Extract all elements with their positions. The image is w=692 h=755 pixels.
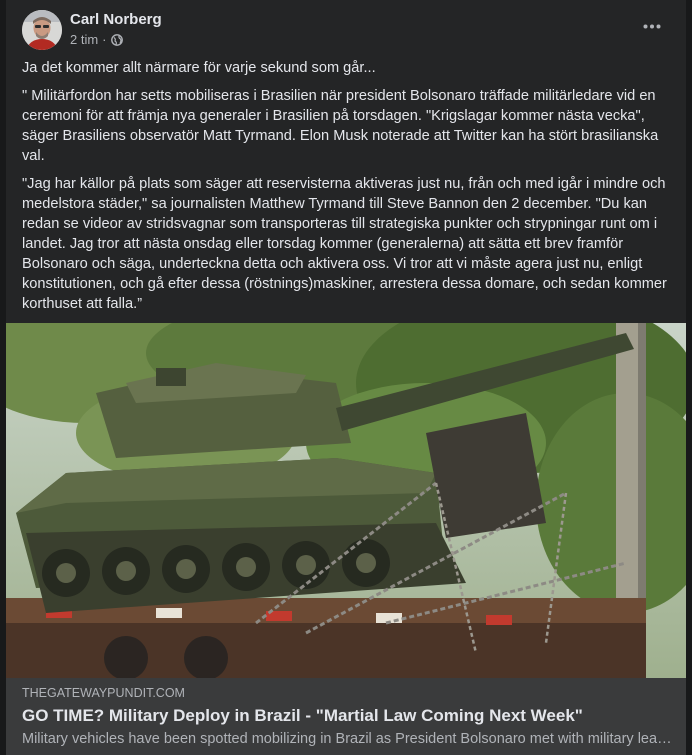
tank-on-trailer-photo [6, 323, 686, 678]
link-title[interactable]: GO TIME? Military Deploy in Brazil - "Ma… [22, 706, 672, 726]
author-avatar[interactable] [22, 10, 62, 50]
avatar-photo [22, 10, 62, 50]
globe-icon[interactable] [110, 33, 123, 46]
post-timestamp[interactable]: 2 tim [70, 32, 98, 47]
link-preview-card[interactable]: THEGATEWAYPUNDIT.COM GO TIME? Military D… [6, 323, 686, 755]
link-domain: THEGATEWAYPUNDIT.COM [22, 686, 185, 700]
more-options-icon [643, 24, 661, 28]
facebook-post: Carl Norberg 2 tim · Ja det kommer allt … [6, 0, 686, 755]
post-header: Carl Norberg 2 tim · [22, 10, 670, 50]
more-options-button[interactable] [638, 16, 666, 36]
post-paragraph: " Militärfordon har setts mobiliseras i … [22, 88, 659, 164]
post-paragraph: "Jag har källor på plats som säger att r… [22, 176, 667, 312]
link-preview-image[interactable] [6, 323, 686, 678]
post-paragraph: Ja det kommer allt närmare för varje sek… [22, 60, 376, 76]
author-name[interactable]: Carl Norberg [70, 11, 162, 28]
post-meta: 2 tim · [70, 32, 123, 47]
meta-separator: · [102, 32, 107, 47]
post-body: Ja det kommer allt närmare för varje sek… [22, 58, 672, 322]
link-description: Military vehicles have been spotted mobi… [22, 731, 672, 747]
link-preview-info: THEGATEWAYPUNDIT.COM GO TIME? Military D… [22, 686, 672, 747]
